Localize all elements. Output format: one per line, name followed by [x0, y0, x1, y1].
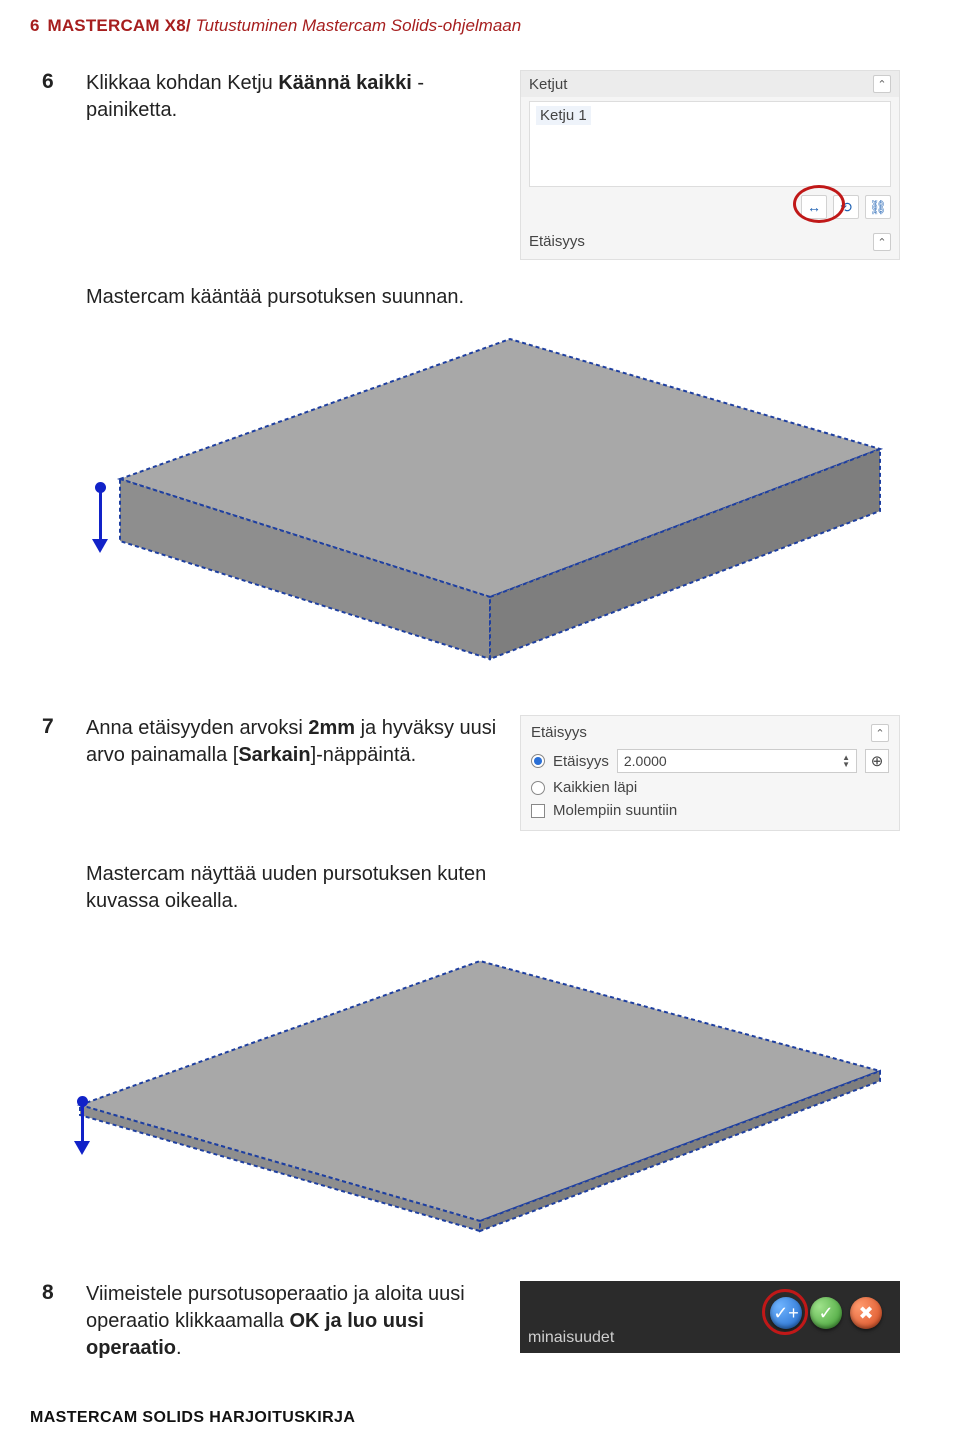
distance-panel: Etäisyys ⌃ Etäisyys 2.0000 ▲▼ ⊕ Kaikkien…	[520, 715, 900, 831]
step-note: Mastercam kääntää pursotuksen suunnan.	[86, 284, 520, 311]
pick-point-button[interactable]: ⊕	[865, 749, 889, 773]
label: Molempiin suuntiin	[553, 802, 677, 819]
emphasis: Käännä kaikki	[278, 72, 411, 94]
step-number: 7	[30, 715, 86, 831]
page-number: 6	[30, 16, 39, 36]
emphasis: Sarkain	[238, 744, 310, 766]
radio-through-all[interactable]	[531, 781, 545, 795]
step-7-note-row: Mastercam näyttää uuden pursotuksen kute…	[30, 861, 900, 915]
thin-extrusion-illustration	[30, 945, 900, 1225]
extrusion-block-illustration	[30, 335, 900, 675]
list-item[interactable]: Ketju 1	[536, 106, 591, 125]
status-bar: minaisuudet ✓+ ✓ ✖	[520, 1281, 900, 1353]
step-8: 8 Viimeistele pursotusoperaatio ja aloit…	[30, 1281, 900, 1362]
slab-svg	[20, 955, 900, 1235]
step-text: Klikkaa kohdan Ketju Käännä kaikki -pain…	[86, 70, 520, 260]
spinner-icon[interactable]: ▲▼	[842, 754, 850, 768]
checkbox-both-directions[interactable]	[531, 804, 545, 818]
distance-input[interactable]: 2.0000 ▲▼	[617, 749, 857, 773]
panel-section-header[interactable]: Ketjut ⌃	[521, 71, 899, 97]
collapse-icon[interactable]: ⌃	[873, 233, 891, 251]
block-svg	[40, 329, 900, 669]
chains-panel-screenshot: Ketjut ⌃ Ketju 1 ↔ ⟲ ⛓ Etäisyys ⌃	[520, 70, 900, 260]
rechain-button[interactable]: ⟲	[833, 195, 859, 219]
step-number: 8	[30, 1281, 86, 1362]
distance-row: Etäisyys 2.0000 ▲▼ ⊕	[521, 746, 899, 776]
label: Etäisyys	[553, 753, 609, 770]
step-note: Mastercam näyttää uuden pursotuksen kute…	[86, 861, 520, 915]
section-title: Etäisyys	[529, 233, 585, 251]
both-directions-row: Molempiin suuntiin	[521, 799, 899, 822]
panel-section-header[interactable]: Etäisyys ⌃	[521, 720, 899, 746]
text: .	[176, 1337, 182, 1359]
chains-panel: Ketjut ⌃ Ketju 1 ↔ ⟲ ⛓ Etäisyys ⌃	[520, 70, 900, 260]
text: Anna etäisyyden arvoksi	[86, 717, 308, 739]
ok-buttons-screenshot: minaisuudet ✓+ ✓ ✖	[520, 1281, 900, 1362]
ok-and-create-new-button[interactable]: ✓+	[770, 1297, 802, 1329]
through-all-row: Kaikkien läpi	[521, 776, 899, 799]
step-number: 6	[30, 70, 86, 260]
status-text: minaisuudet	[528, 1329, 614, 1347]
reverse-all-button[interactable]: ↔	[801, 195, 827, 219]
section-title: Etäisyys	[531, 724, 587, 742]
text: ]-näppäintä.	[311, 744, 417, 766]
input-value: 2.0000	[624, 753, 667, 769]
section-title: Ketjut	[529, 76, 567, 93]
cancel-button[interactable]: ✖	[850, 1297, 882, 1329]
emphasis: 2mm	[308, 717, 355, 739]
collapse-icon[interactable]: ⌃	[873, 75, 891, 93]
step-text: Anna etäisyyden arvoksi 2mm ja hyväksy u…	[86, 715, 520, 831]
page-header: 6 MASTERCAM X8/ Tutustuminen Mastercam S…	[30, 16, 900, 36]
distance-panel-screenshot: Etäisyys ⌃ Etäisyys 2.0000 ▲▼ ⊕ Kaikkien…	[520, 715, 900, 831]
step-7: 7 Anna etäisyyden arvoksi 2mm ja hyväksy…	[30, 715, 900, 831]
step-6: 6 Klikkaa kohdan Ketju Käännä kaikki -pa…	[30, 70, 900, 260]
panel-section-header[interactable]: Etäisyys ⌃	[521, 227, 899, 259]
step-6-note-row: Mastercam kääntää pursotuksen suunnan.	[30, 284, 900, 311]
chain-options-button[interactable]: ⛓	[865, 195, 891, 219]
footer-title: MASTERCAM SOLIDS HARJOITUSKIRJA	[30, 1409, 355, 1427]
text: Klikkaa kohdan Ketju	[86, 72, 278, 94]
radio-distance[interactable]	[531, 754, 545, 768]
ok-button[interactable]: ✓	[810, 1297, 842, 1329]
chain-list[interactable]: Ketju 1	[529, 101, 891, 187]
label: Kaikkien läpi	[553, 779, 637, 796]
book-title: MASTERCAM X8/	[47, 16, 190, 35]
chapter-subtitle: Tutustuminen Mastercam Solids-ohjelmaan	[196, 16, 522, 35]
collapse-icon[interactable]: ⌃	[871, 724, 889, 742]
step-text: Viimeistele pursotusoperaatio ja aloita …	[86, 1281, 520, 1362]
